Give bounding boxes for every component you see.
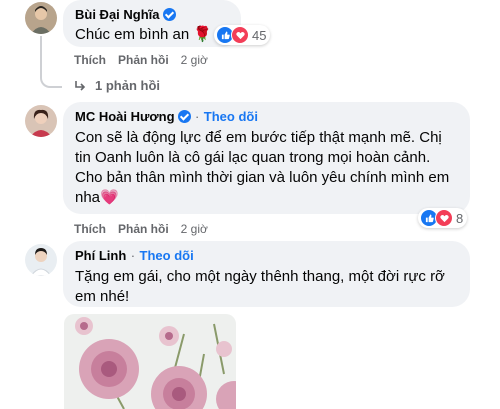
- view-replies-link[interactable]: 1 phản hồi: [73, 78, 160, 93]
- reaction-count: 8: [456, 210, 464, 226]
- verified-icon: [177, 110, 191, 123]
- comment-actions: Thích Phản hồi 2 giờ: [74, 222, 208, 236]
- commenter-name[interactable]: Bùi Đại Nghĩa: [75, 7, 160, 22]
- separator-dot: ·: [195, 109, 200, 124]
- reply-arrow-icon: [75, 80, 86, 91]
- comment-actions: Thích Phản hồi 2 giờ: [74, 53, 208, 67]
- reaction-summary[interactable]: 8: [418, 208, 468, 228]
- reply-button[interactable]: Phản hồi: [118, 222, 169, 236]
- love-icon: [435, 209, 453, 227]
- comment-bubble: MC Hoài Hương · Theo dõi Con sẽ là động …: [63, 102, 470, 214]
- comment-text-line: tin Oanh luôn là cô gái lạc quan trong m…: [75, 149, 431, 166]
- reaction-summary[interactable]: 45: [214, 25, 271, 45]
- comment-text-line: em nhé!: [75, 288, 130, 305]
- comment-bubble: Bùi Đại Nghĩa Chúc em bình an 🌹: [63, 0, 241, 47]
- thread-line: [40, 36, 62, 88]
- timestamp[interactable]: 2 giờ: [181, 53, 208, 67]
- comment-text: Tặng em gái, cho một ngày thênh thang, m…: [75, 267, 458, 307]
- reply-button[interactable]: Phản hồi: [118, 53, 169, 67]
- comment-text-line: Cho bản thân mình thời gian và luôn yêu …: [75, 169, 450, 186]
- commenter-name[interactable]: Phí Linh: [75, 248, 126, 263]
- separator-dot: ·: [130, 248, 136, 263]
- replies-count: 1 phản hồi: [95, 78, 160, 93]
- avatar[interactable]: [25, 105, 57, 137]
- reaction-count: 45: [252, 27, 267, 43]
- commenter-name[interactable]: MC Hoài Hương: [75, 109, 175, 124]
- follow-button[interactable]: Theo dõi: [140, 248, 194, 263]
- like-button[interactable]: Thích: [74, 222, 106, 236]
- like-button[interactable]: Thích: [74, 53, 106, 67]
- comment-text: Chúc em bình an 🌹: [75, 26, 213, 43]
- avatar[interactable]: [25, 244, 57, 276]
- avatar[interactable]: [25, 2, 57, 34]
- love-icon: [231, 26, 249, 44]
- comment-text: Con sẽ là động lực để em bước tiếp thật …: [75, 128, 458, 208]
- comment-text-line: nha💗: [75, 189, 119, 206]
- verified-icon: [162, 8, 176, 21]
- follow-button[interactable]: Theo dõi: [204, 109, 258, 124]
- timestamp[interactable]: 2 giờ: [181, 222, 208, 236]
- comment-photo[interactable]: [64, 314, 236, 409]
- comment-text-line: Tặng em gái, cho một ngày thênh thang, m…: [75, 268, 445, 285]
- comment-text-line: Con sẽ là động lực để em bước tiếp thật …: [75, 129, 442, 146]
- comment-bubble: Phí Linh · Theo dõi Tặng em gái, cho một…: [63, 241, 470, 307]
